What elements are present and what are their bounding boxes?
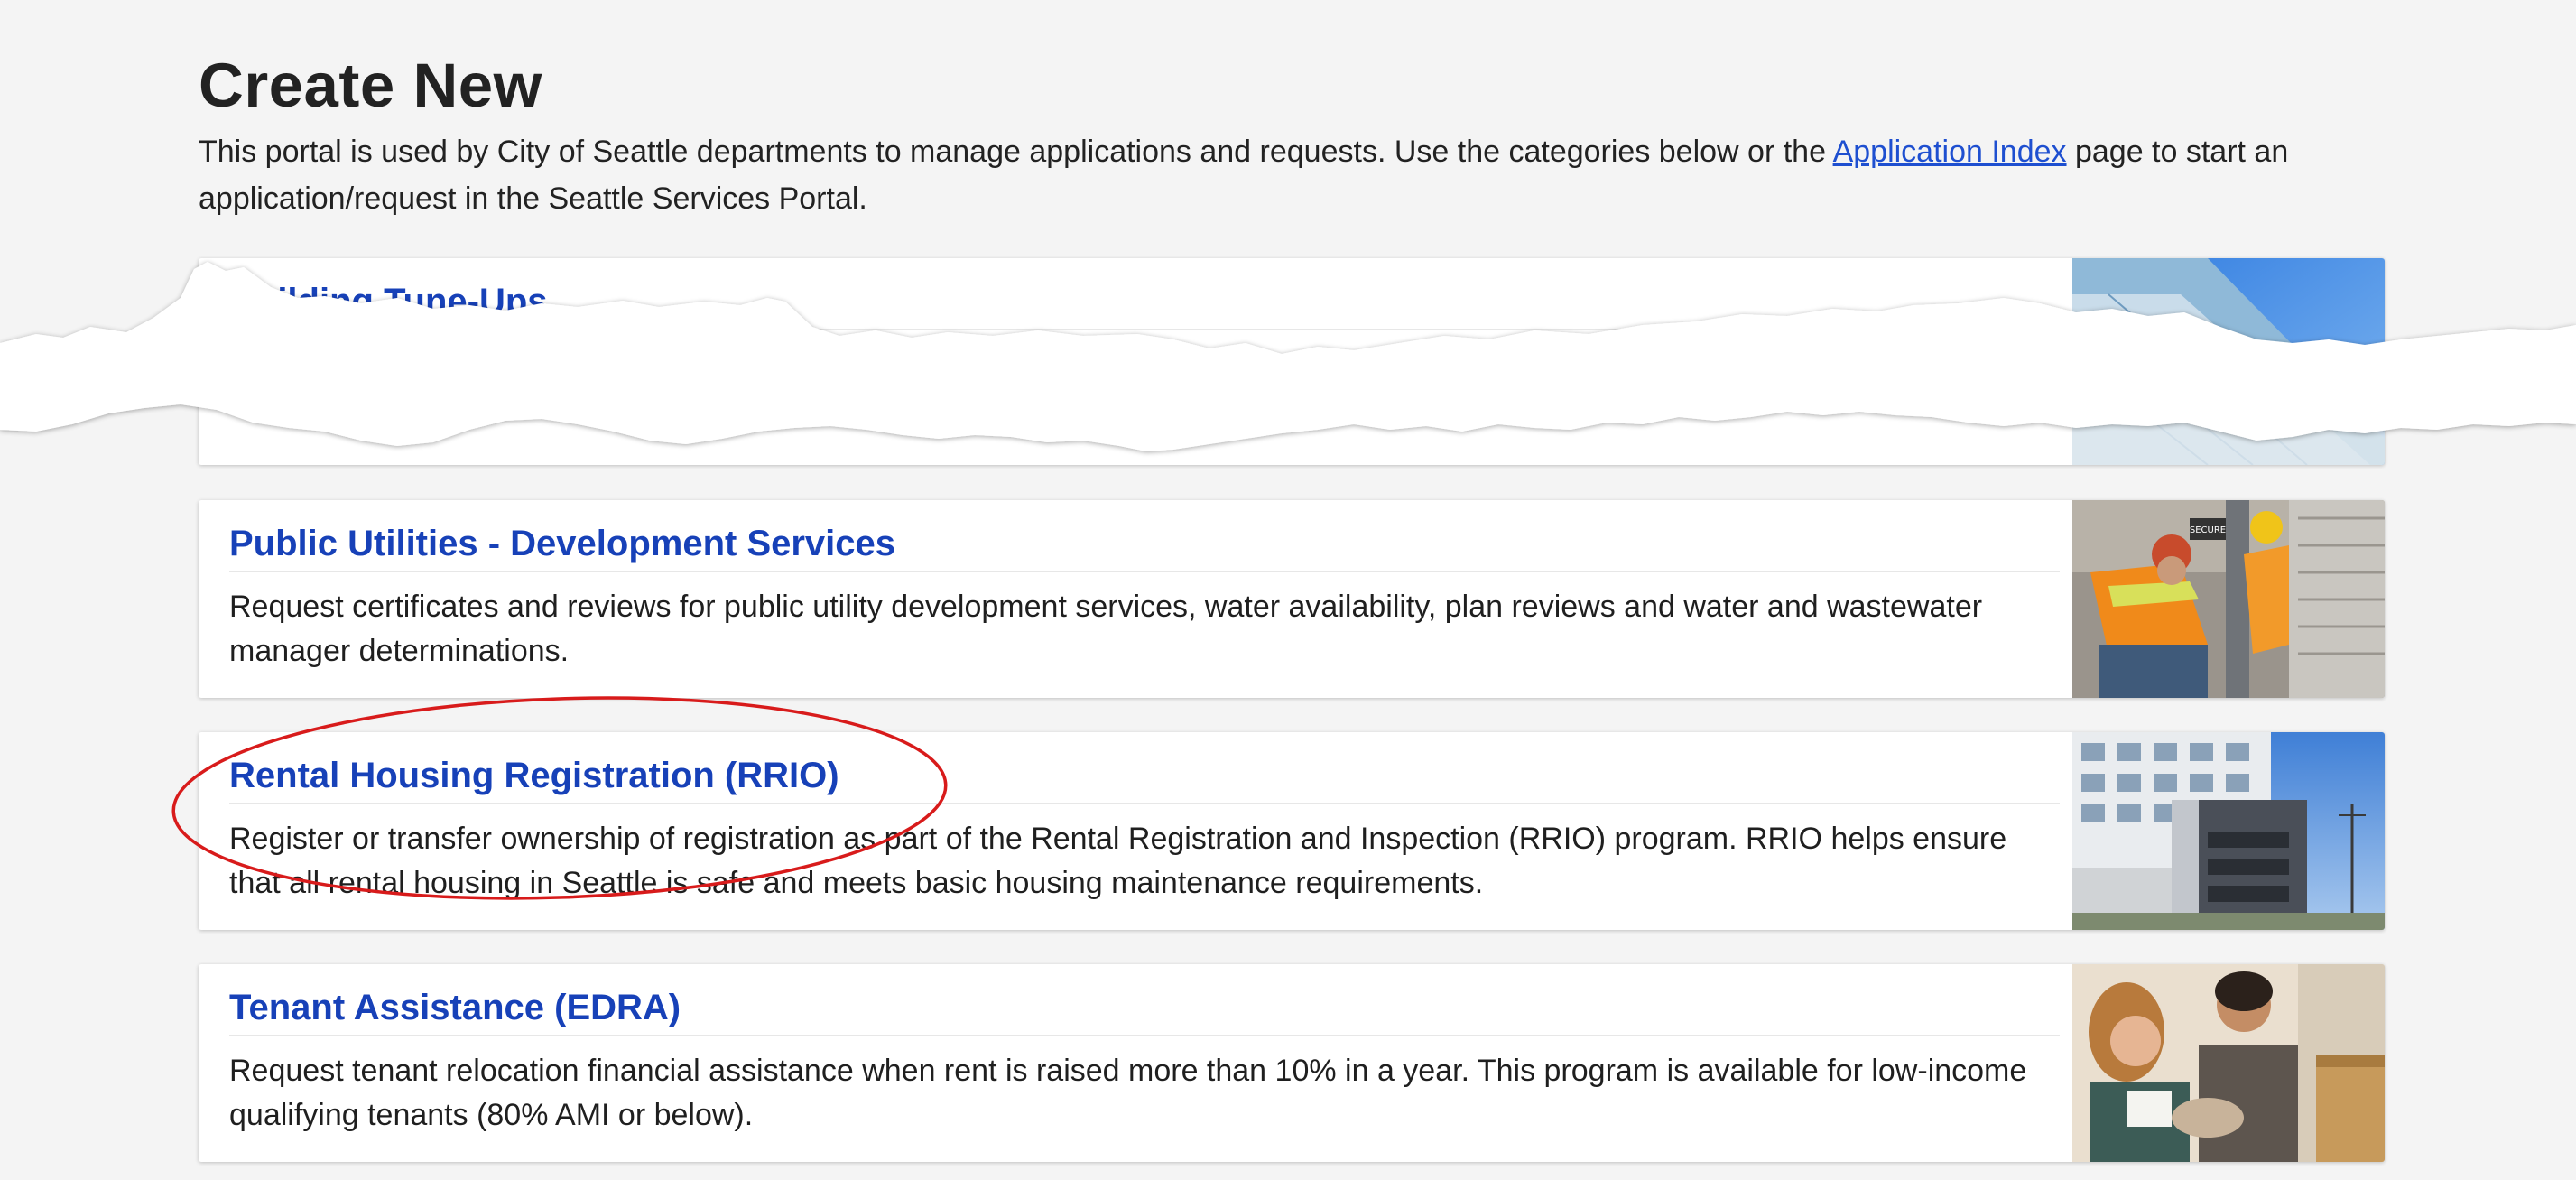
card-description: Request tenant relocation financial assi… bbox=[229, 1054, 2027, 1132]
card-divider bbox=[229, 329, 2060, 330]
card-title[interactable]: Building Tune-Ups bbox=[229, 278, 548, 325]
card-body: Rental Housing Registration (RRIO) Regis… bbox=[229, 732, 2060, 930]
card-body: Building Tune-Ups Com... comment period. bbox=[229, 258, 2060, 465]
card-title[interactable]: Tenant Assistance (EDRA) bbox=[229, 984, 681, 1031]
card-divider bbox=[229, 571, 2060, 572]
utility-workers-photo: SECURE bbox=[2072, 500, 2385, 698]
tenants-moving-photo bbox=[2072, 964, 2385, 1162]
card-body: Tenant Assistance (EDRA) Request tenant … bbox=[229, 964, 2060, 1162]
page-title: Create New bbox=[199, 51, 542, 120]
category-card-public-utilities[interactable]: Public Utilities - Development Services … bbox=[199, 500, 2385, 698]
card-divider bbox=[229, 1035, 2060, 1036]
svg-text:SECURE: SECURE bbox=[2190, 525, 2226, 535]
category-card-rental-housing[interactable]: Rental Housing Registration (RRIO) Regis… bbox=[199, 732, 2385, 930]
card-description: Register or transfer ownership of regist… bbox=[229, 822, 2007, 900]
card-title[interactable]: Public Utilities - Development Services bbox=[229, 520, 895, 567]
application-index-link[interactable]: Application Index bbox=[1833, 135, 2067, 169]
intro-text-start: This portal is used by City of Seattle d… bbox=[199, 135, 1833, 169]
category-card-building-tune-ups[interactable]: Building Tune-Ups Com... comment period. bbox=[199, 258, 2385, 465]
category-card-tenant-assistance[interactable]: Tenant Assistance (EDRA) Request tenant … bbox=[199, 964, 2385, 1162]
card-title[interactable]: Rental Housing Registration (RRIO) bbox=[229, 752, 839, 799]
card-body: Public Utilities - Development Services … bbox=[229, 500, 2060, 698]
apartment-building-photo bbox=[2072, 732, 2385, 930]
intro-text: This portal is used by City of Seattle d… bbox=[199, 128, 2386, 222]
card-description: Com... comment period. bbox=[229, 352, 2060, 396]
card-divider bbox=[229, 803, 2060, 804]
card-description-line: Com... comment period. bbox=[229, 357, 557, 391]
glass-building-photo bbox=[2072, 258, 2385, 465]
card-description: Request certificates and reviews for pub… bbox=[229, 590, 1983, 668]
